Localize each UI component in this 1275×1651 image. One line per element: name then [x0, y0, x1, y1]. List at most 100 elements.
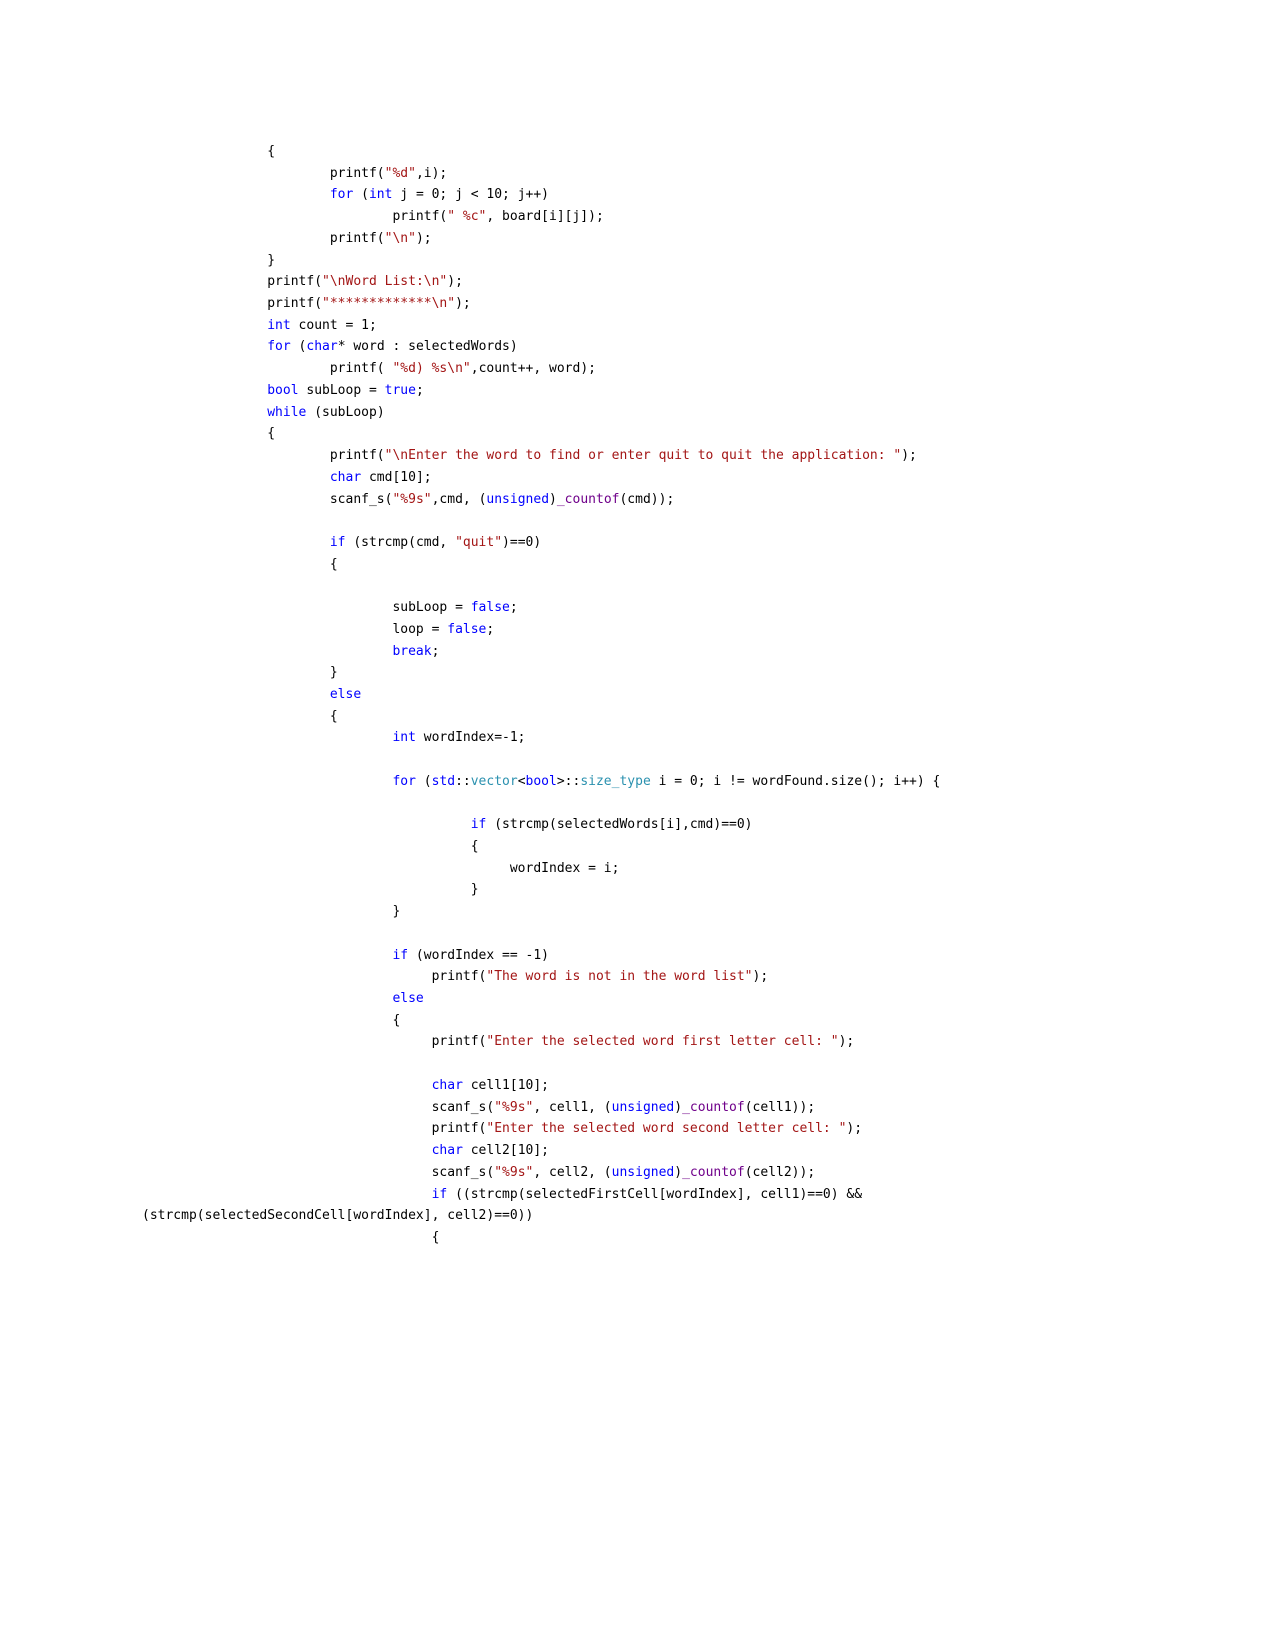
code-token-str: "Enter the selected word second letter c…: [486, 1121, 847, 1137]
code-token-pln: }: [267, 252, 276, 268]
code-token-pln: * word : selectedWords): [337, 339, 518, 355]
code-line: scanf_s("%9s",cmd, (unsigned)_countof(cm…: [142, 489, 1087, 511]
code-token-kw: for: [267, 339, 291, 355]
code-line: printf("\nWord List:\n");: [142, 271, 1087, 293]
code-token-mac: _countof: [556, 491, 620, 507]
code-token-pln: cmd[10];: [361, 469, 432, 485]
code-line: if (strcmp(selectedWords[i],cmd)==0): [142, 814, 1087, 836]
code-token-pln: subLoop =: [392, 600, 471, 616]
code-line: printf("*************\n");: [142, 293, 1087, 315]
code-line: for (std::vector<bool>::size_type i = 0;…: [142, 771, 1087, 793]
code-token-pln: printf(: [329, 448, 385, 464]
code-token-pln: ::: [455, 773, 471, 789]
code-token-pln: );: [415, 230, 432, 246]
code-token-kw: unsigned: [611, 1099, 675, 1115]
code-token-kw: char: [431, 1077, 463, 1093]
code-token-str: "%d) %s\n": [392, 361, 471, 377]
code-token-pln: wordIndex=-1;: [415, 730, 526, 746]
code-token-pln: cell1[10];: [462, 1077, 549, 1093]
code-token-pln: );: [447, 274, 463, 290]
code-token-pln: (: [290, 339, 307, 355]
code-line: else: [142, 684, 1087, 706]
code-token-kw: false: [447, 621, 487, 637]
code-token-kw: int: [368, 187, 393, 203]
code-line: {: [142, 141, 1087, 163]
code-line: break;: [142, 641, 1087, 663]
code-line: {: [142, 423, 1087, 445]
code-token-pln: >::: [556, 773, 581, 789]
code-token-pln: );: [901, 448, 917, 464]
code-token-pln: printf(: [431, 1034, 487, 1050]
code-line: if (wordIndex == -1): [142, 945, 1087, 967]
code-token-pln: )==0): [502, 534, 542, 550]
code-token-str: "quit": [455, 534, 503, 550]
code-line: }: [142, 250, 1087, 272]
code-line: }: [142, 879, 1087, 901]
code-token-pln: ,i);: [415, 165, 448, 181]
code-token-pln: {: [267, 426, 276, 442]
code-token-pln: );: [455, 296, 471, 312]
code-line: {: [142, 1227, 1087, 1249]
code-token-str: "%d": [384, 165, 416, 181]
code-token-pln: (cell2));: [744, 1164, 816, 1180]
code-token-pln: scanf_s(: [431, 1164, 495, 1180]
code-token-kw: char: [431, 1143, 463, 1159]
code-token-kw: break: [392, 643, 432, 659]
code-token-pln: (wordIndex == -1): [408, 947, 549, 963]
code-token-pln: scanf_s(: [431, 1099, 495, 1115]
code-token-pln: }: [392, 904, 401, 920]
code-token-pln: }: [470, 882, 479, 898]
code-token-kw: if: [392, 947, 409, 963]
code-token-str: "%9s": [494, 1099, 534, 1115]
code-token-kw: else: [329, 686, 362, 702]
code-token-pln: printf(: [431, 969, 487, 985]
code-line: {: [142, 836, 1087, 858]
code-line: if ((strcmp(selectedFirstCell[wordIndex]…: [142, 1184, 1087, 1227]
code-token-pln: {: [329, 556, 338, 572]
code-token-pln: (cell1));: [744, 1099, 816, 1115]
code-token-kw: for: [329, 187, 354, 203]
code-token-pln: , cell1, (: [533, 1099, 612, 1115]
code-token-str: "Enter the selected word first letter ce…: [486, 1034, 839, 1050]
code-token-pln: , cell2, (: [533, 1164, 612, 1180]
code-line: while (subLoop): [142, 402, 1087, 424]
code-line: {: [142, 1010, 1087, 1032]
code-token-pln: {: [470, 839, 479, 854]
code-token-pln: (: [415, 773, 432, 789]
code-token-kw: int: [267, 317, 291, 333]
code-line: loop = false;: [142, 619, 1087, 641]
code-token-typ: vector: [470, 773, 518, 789]
code-line: char cell2[10];: [142, 1140, 1087, 1162]
code-token-kw: unsigned: [486, 491, 550, 507]
code-token-pln: ;: [415, 382, 424, 398]
code-token-kw: else: [392, 991, 424, 1007]
code-token-kw: true: [384, 382, 416, 398]
code-token-pln: );: [846, 1121, 863, 1137]
code-line: {: [142, 554, 1087, 576]
